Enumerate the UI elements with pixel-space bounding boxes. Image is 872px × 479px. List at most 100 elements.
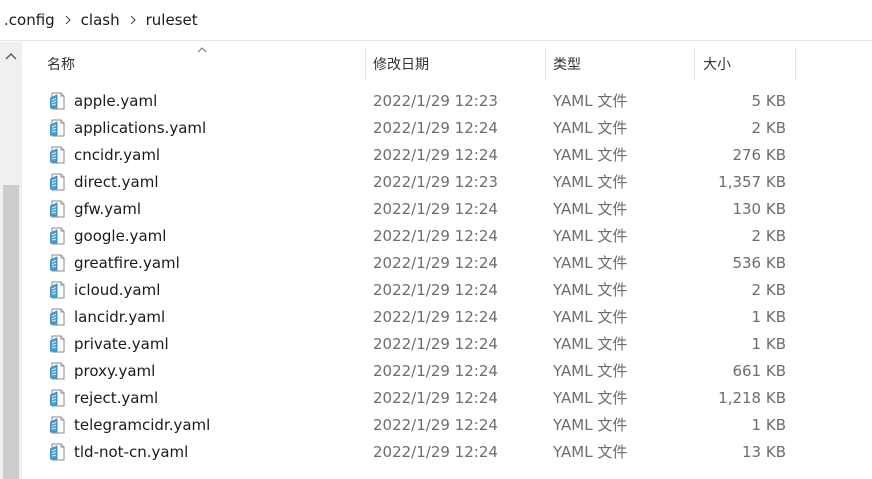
file-type: YAML 文件 [553, 227, 628, 245]
column-header-name[interactable]: 名称 [47, 42, 75, 86]
file-size: 1,357 KB [718, 173, 786, 191]
column-header: 名称 修改日期 类型 大小 [22, 42, 872, 86]
file-size: 276 KB [732, 146, 786, 164]
file-type: YAML 文件 [553, 173, 628, 191]
file-row[interactable]: greatfire.yaml 2022/1/29 12:24 YAML 文件 536 … [22, 250, 872, 277]
file-size: 130 KB [732, 200, 786, 218]
column-divider[interactable] [365, 48, 366, 80]
sort-ascending-icon [197, 47, 207, 53]
breadcrumb-item-config[interactable]: .config [0, 11, 61, 29]
column-header-size[interactable]: 大小 [703, 42, 731, 86]
scrollbar-thumb[interactable] [3, 185, 19, 479]
file-size: 536 KB [732, 254, 786, 272]
file-type: YAML 文件 [553, 281, 628, 299]
breadcrumb: .config clash ruleset [0, 0, 872, 41]
file-date: 2022/1/29 12:24 [373, 308, 498, 326]
yaml-file-icon [50, 416, 66, 434]
file-row[interactable]: proxy.yaml 2022/1/29 12:24 YAML 文件 661 KB [22, 358, 872, 385]
chevron-right-icon[interactable] [126, 15, 140, 25]
file-date: 2022/1/29 12:24 [373, 335, 498, 353]
file-date: 2022/1/29 12:24 [373, 389, 498, 407]
file-type: YAML 文件 [553, 308, 628, 326]
file-date: 2022/1/29 12:24 [373, 200, 498, 218]
file-name[interactable]: reject.yaml [74, 385, 158, 412]
file-date: 2022/1/29 12:23 [373, 173, 498, 191]
file-date: 2022/1/29 12:23 [373, 92, 498, 110]
yaml-file-icon [50, 92, 66, 110]
yaml-file-icon [50, 443, 66, 461]
yaml-file-icon [50, 146, 66, 164]
file-row[interactable]: cncidr.yaml 2022/1/29 12:24 YAML 文件 276 KB [22, 142, 872, 169]
file-name[interactable]: greatfire.yaml [74, 250, 180, 277]
vertical-scrollbar[interactable] [0, 42, 22, 479]
file-name[interactable]: private.yaml [74, 331, 169, 358]
column-header-date[interactable]: 修改日期 [373, 42, 429, 86]
file-row[interactable]: apple.yaml 2022/1/29 12:23 YAML 文件 5 KB [22, 88, 872, 115]
file-size: 2 KB [751, 227, 786, 245]
file-row[interactable]: lancidr.yaml 2022/1/29 12:24 YAML 文件 1 KB [22, 304, 872, 331]
column-divider[interactable] [545, 48, 546, 80]
yaml-file-icon [50, 200, 66, 218]
column-divider[interactable] [795, 48, 796, 80]
scroll-up-arrow-icon[interactable] [5, 52, 17, 60]
file-row[interactable]: telegramcidr.yaml 2022/1/29 12:24 YAML 文件 1… [22, 412, 872, 439]
file-name[interactable]: tld-not-cn.yaml [74, 439, 188, 466]
yaml-file-icon [50, 362, 66, 380]
file-type: YAML 文件 [553, 389, 628, 407]
file-size: 1 KB [751, 416, 786, 434]
file-size: 13 KB [742, 443, 786, 461]
column-divider[interactable] [694, 48, 695, 80]
file-size: 2 KB [751, 281, 786, 299]
file-date: 2022/1/29 12:24 [373, 146, 498, 164]
file-size: 5 KB [751, 92, 786, 110]
file-name[interactable]: lancidr.yaml [74, 304, 165, 331]
file-row[interactable]: gfw.yaml 2022/1/29 12:24 YAML 文件 130 KB [22, 196, 872, 223]
column-header-type[interactable]: 类型 [553, 42, 581, 86]
breadcrumb-item-clash[interactable]: clash [75, 11, 126, 29]
file-size: 661 KB [732, 362, 786, 380]
file-size: 1 KB [751, 308, 786, 326]
yaml-file-icon [50, 173, 66, 191]
file-date: 2022/1/29 12:24 [373, 362, 498, 380]
yaml-file-icon [50, 389, 66, 407]
yaml-file-icon [50, 281, 66, 299]
file-row[interactable]: reject.yaml 2022/1/29 12:24 YAML 文件 1,218 K… [22, 385, 872, 412]
file-name[interactable]: applications.yaml [74, 115, 206, 142]
file-row[interactable]: private.yaml 2022/1/29 12:24 YAML 文件 1 KB [22, 331, 872, 358]
file-name[interactable]: google.yaml [74, 223, 166, 250]
chevron-right-icon[interactable] [61, 15, 75, 25]
file-row[interactable]: tld-not-cn.yaml 2022/1/29 12:24 YAML 文件 13 … [22, 439, 872, 466]
file-name[interactable]: cncidr.yaml [74, 142, 160, 169]
file-name[interactable]: apple.yaml [74, 88, 157, 115]
file-date: 2022/1/29 12:24 [373, 227, 498, 245]
file-size: 1,218 KB [718, 389, 786, 407]
yaml-file-icon [50, 308, 66, 326]
file-type: YAML 文件 [553, 443, 628, 461]
breadcrumb-item-ruleset[interactable]: ruleset [140, 11, 204, 29]
file-row[interactable]: applications.yaml 2022/1/29 12:24 YAML 文件 2… [22, 115, 872, 142]
file-type: YAML 文件 [553, 362, 628, 380]
yaml-file-icon [50, 119, 66, 137]
file-size: 2 KB [751, 119, 786, 137]
file-row[interactable]: icloud.yaml 2022/1/29 12:24 YAML 文件 2 KB [22, 277, 872, 304]
file-name[interactable]: icloud.yaml [74, 277, 160, 304]
file-type: YAML 文件 [553, 92, 628, 110]
file-name[interactable]: telegramcidr.yaml [74, 412, 210, 439]
file-list: apple.yaml 2022/1/29 12:23 YAML 文件 5 KB appl… [22, 88, 872, 466]
file-name[interactable]: proxy.yaml [74, 358, 155, 385]
file-type: YAML 文件 [553, 200, 628, 218]
yaml-file-icon [50, 335, 66, 353]
file-row[interactable]: direct.yaml 2022/1/29 12:23 YAML 文件 1,357 K… [22, 169, 872, 196]
yaml-file-icon [50, 254, 66, 272]
file-date: 2022/1/29 12:24 [373, 443, 498, 461]
file-row[interactable]: google.yaml 2022/1/29 12:24 YAML 文件 2 KB [22, 223, 872, 250]
file-name[interactable]: direct.yaml [74, 169, 159, 196]
file-date: 2022/1/29 12:24 [373, 281, 498, 299]
file-type: YAML 文件 [553, 146, 628, 164]
file-size: 1 KB [751, 335, 786, 353]
file-type: YAML 文件 [553, 335, 628, 353]
yaml-file-icon [50, 227, 66, 245]
file-name[interactable]: gfw.yaml [74, 196, 141, 223]
file-date: 2022/1/29 12:24 [373, 416, 498, 434]
file-type: YAML 文件 [553, 119, 628, 137]
